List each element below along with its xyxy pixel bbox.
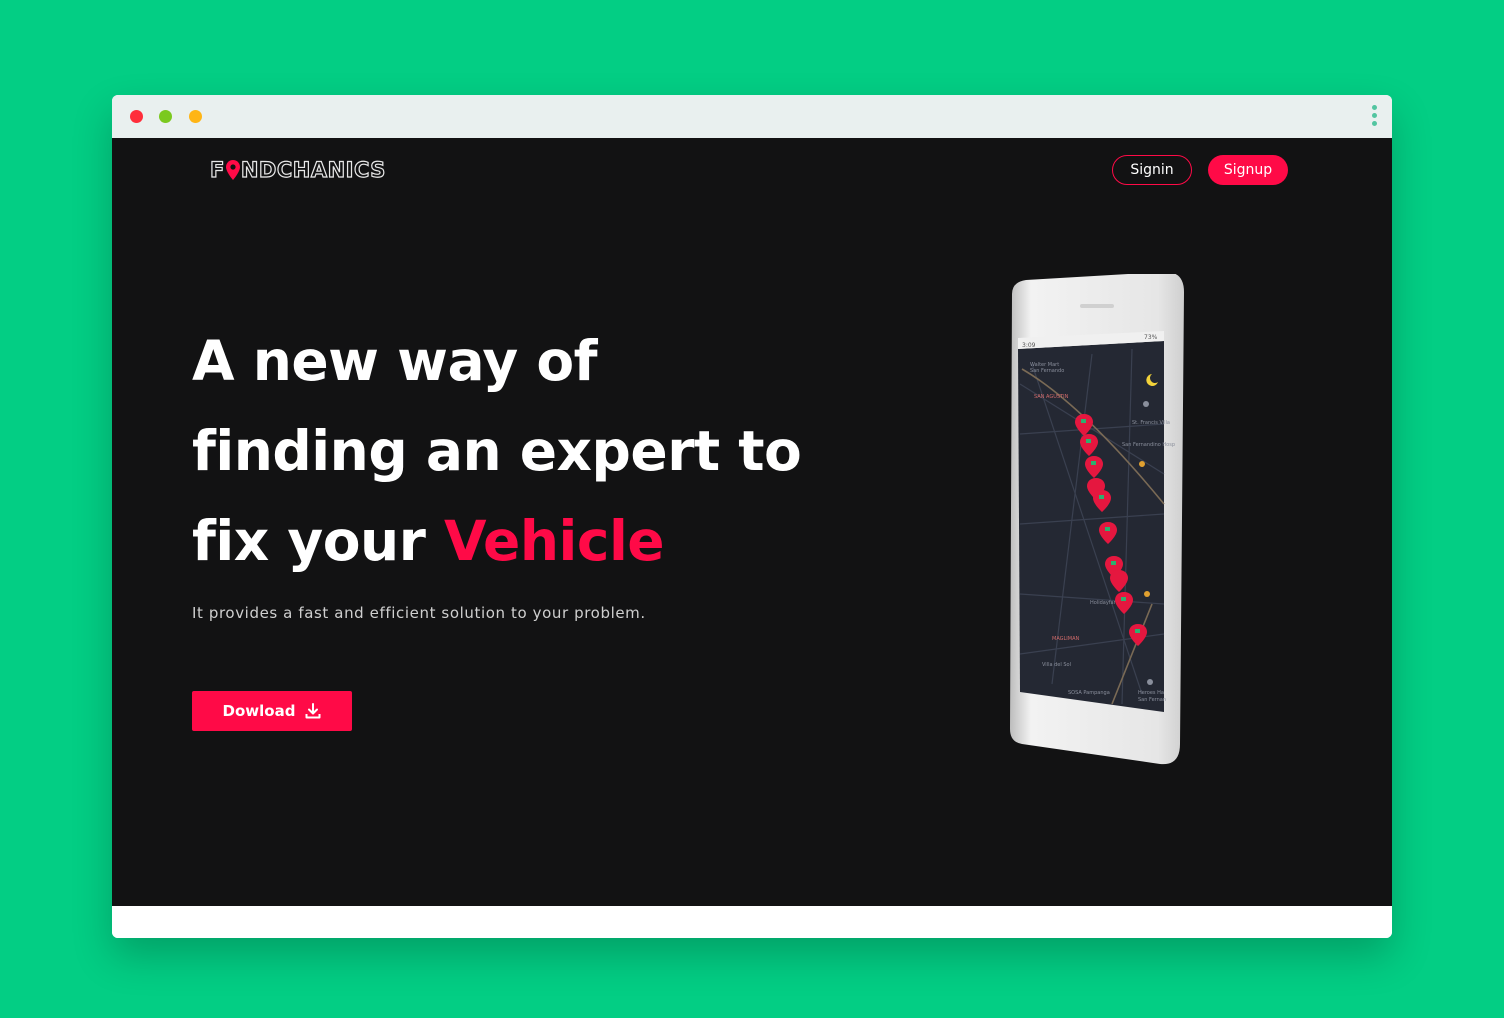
hero-subtitle: It provides a fast and efficient solutio…	[192, 604, 646, 622]
svg-text:SOSA Pampanga: SOSA Pampanga	[1068, 690, 1110, 696]
hero-heading-accent: Vehicle	[443, 509, 665, 573]
hero-heading: A new way of finding an expert to fix yo…	[192, 316, 892, 586]
download-button-label: Dowload	[222, 702, 296, 720]
svg-text:Villa del Sol: Villa del Sol	[1042, 662, 1071, 668]
maximize-window-button[interactable]	[189, 110, 202, 123]
landing-page: F NDCHANICS Signin Signup A new way of f…	[112, 138, 1392, 906]
hero-heading-line2: finding an expert to	[192, 419, 802, 483]
svg-text:MAGLIMAN: MAGLIMAN	[1052, 636, 1080, 642]
hero-heading-line1: A new way of	[192, 329, 598, 393]
signin-button[interactable]: Signin	[1112, 155, 1192, 185]
browser-titlebar	[112, 95, 1392, 138]
map-pin-icon	[225, 160, 240, 180]
minimize-window-button[interactable]	[159, 110, 172, 123]
brand-logo[interactable]: F NDCHANICS	[209, 157, 386, 182]
browser-window: F NDCHANICS Signin Signup A new way of f…	[112, 95, 1392, 938]
svg-text:Heroes Ha: Heroes Ha	[1138, 690, 1164, 696]
svg-text:San Fernan: San Fernan	[1138, 697, 1166, 703]
phone-illustration: 3:09 73% Walter Mart San Fernando SAN AG…	[1010, 271, 1184, 765]
download-icon	[305, 703, 321, 719]
svg-text:San Fernando: San Fernando	[1030, 368, 1064, 374]
page-footer-strip	[112, 906, 1392, 938]
phone-mockup: 3:09 73% Walter Mart San Fernando SAN AG…	[992, 271, 1192, 774]
download-button[interactable]: Dowload	[192, 691, 352, 731]
svg-text:St. Francis Villa: St. Francis Villa	[1132, 420, 1170, 426]
status-time: 3:09	[1022, 342, 1036, 349]
close-window-button[interactable]	[130, 110, 143, 123]
signup-button[interactable]: Signup	[1208, 155, 1288, 185]
status-battery: 73%	[1144, 334, 1158, 341]
hero-heading-line3: fix your	[192, 509, 426, 573]
kebab-menu-icon[interactable]	[1370, 105, 1378, 129]
svg-text:SAN AGUSTIN: SAN AGUSTIN	[1034, 394, 1069, 400]
svg-text:San Fernandino Hosp: San Fernandino Hosp	[1122, 442, 1175, 448]
